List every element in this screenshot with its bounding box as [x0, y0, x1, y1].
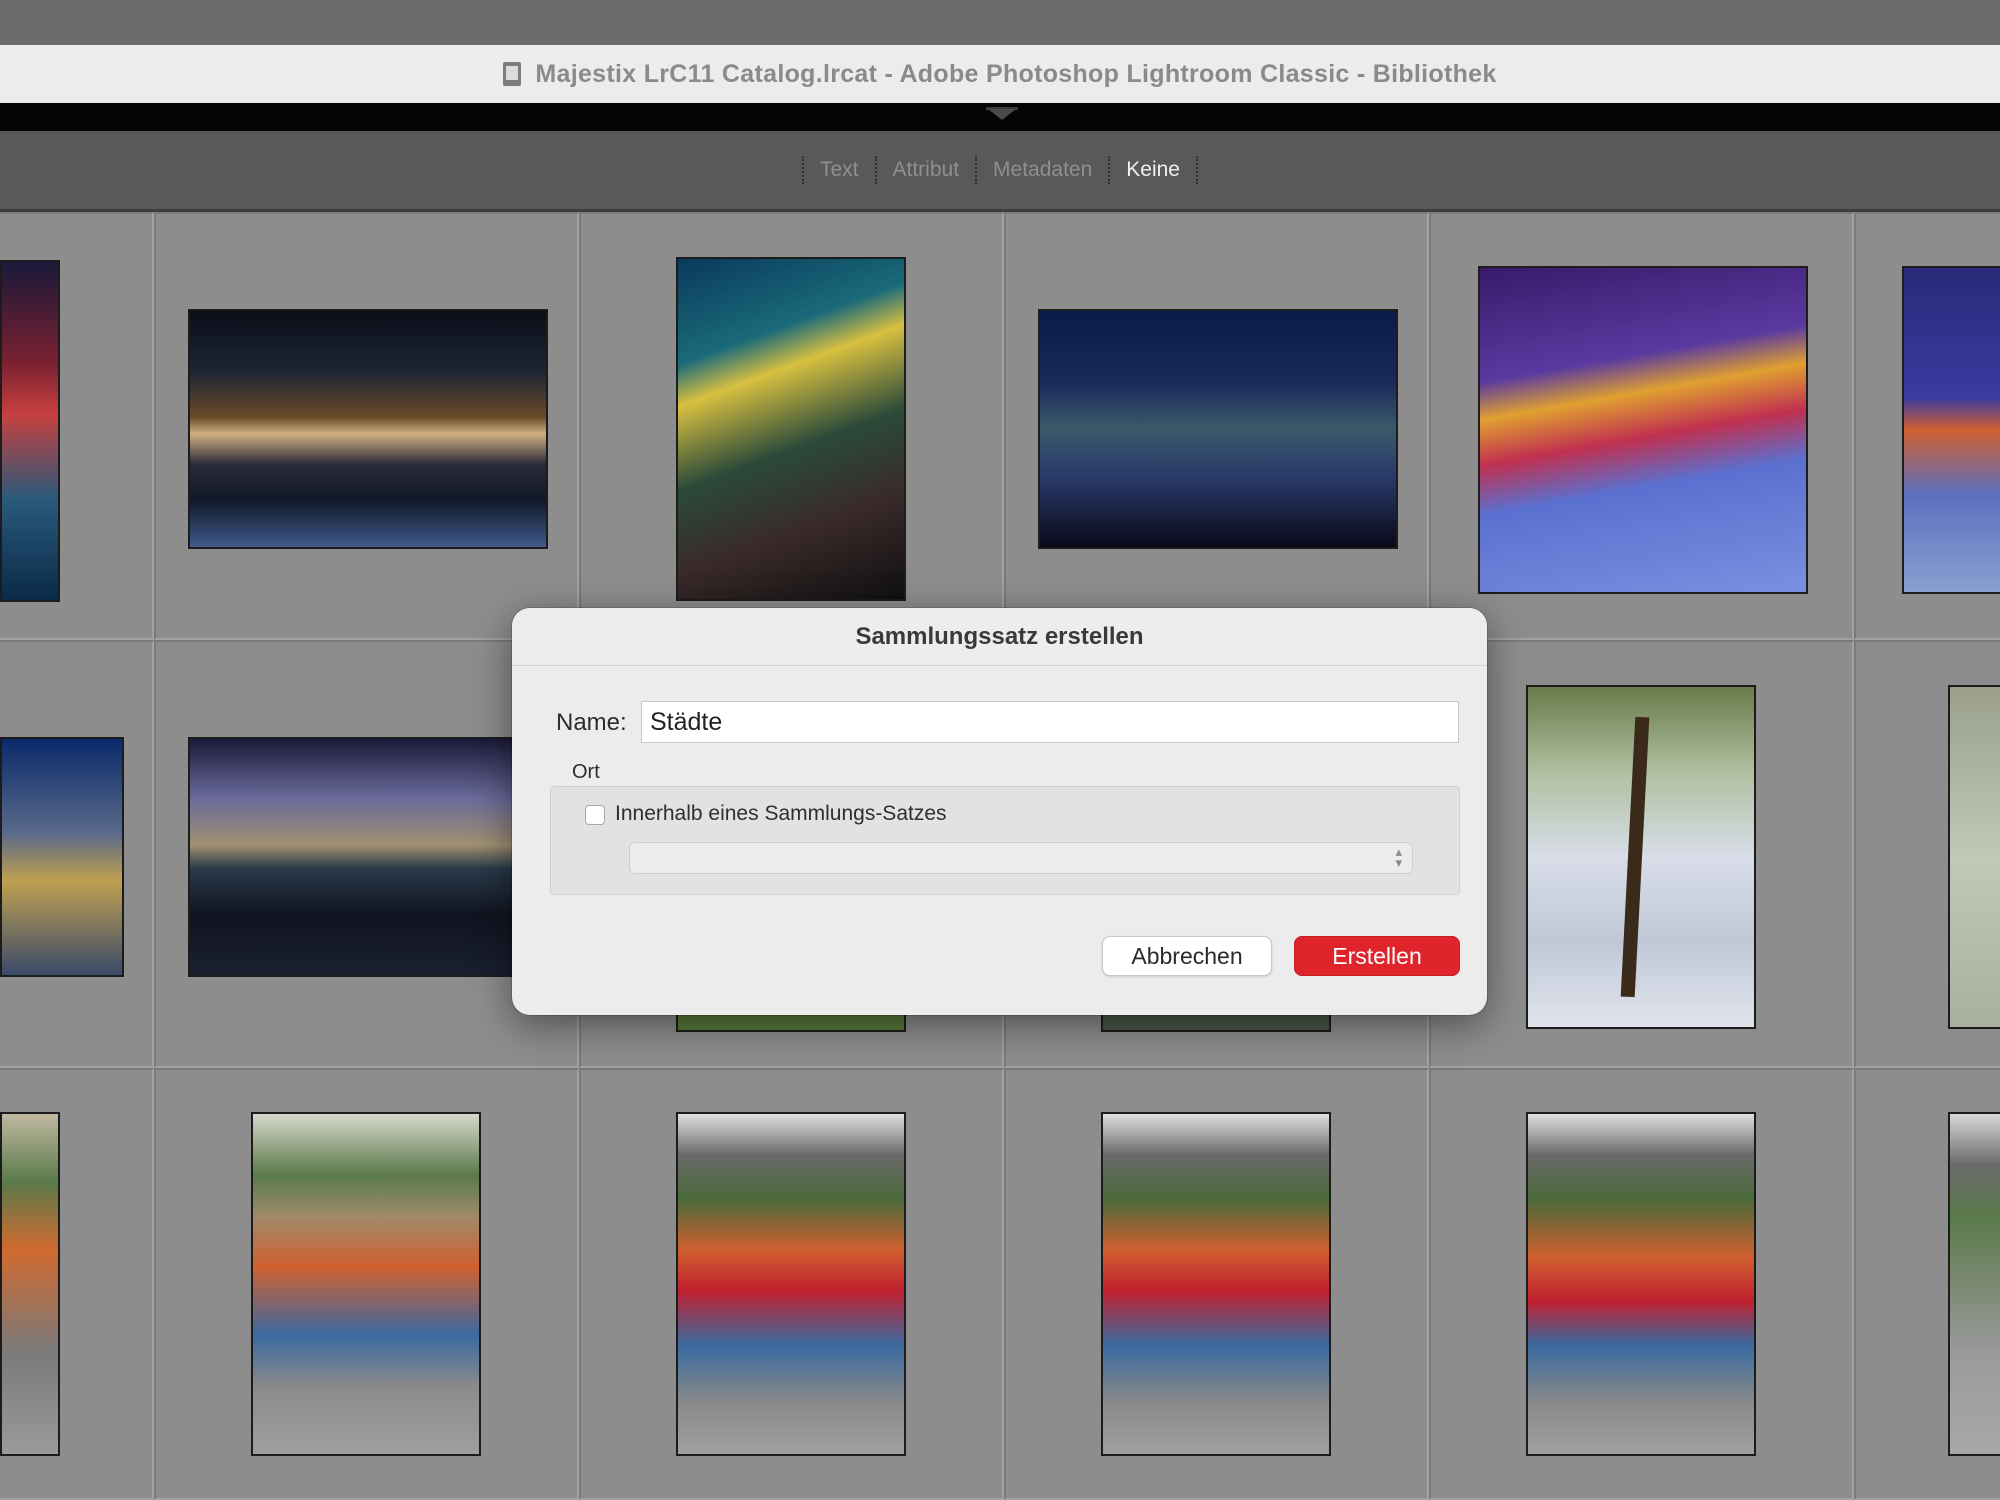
filter-tab-keine[interactable]: Keine [1126, 158, 1180, 182]
chevron-updown-icon: ▴ ▾ [1395, 844, 1402, 870]
grid-cell[interactable] [154, 212, 579, 640]
dialog-title: Sammlungssatz erstellen [512, 608, 1487, 666]
filter-tab-text[interactable]: Text [820, 158, 859, 182]
top-band [0, 0, 2000, 45]
grid-cell[interactable] [1429, 1068, 1854, 1500]
grid-cell[interactable] [0, 1068, 154, 1500]
photo-thumbnail[interactable] [1526, 1112, 1756, 1456]
inside-collection-set-checkbox[interactable] [585, 805, 605, 825]
filter-tab-attribut[interactable]: Attribut [893, 158, 960, 182]
photo-thumbnail[interactable] [1948, 685, 2000, 1029]
grid-cell[interactable] [1854, 640, 2000, 1068]
grid-cell[interactable] [1004, 212, 1429, 640]
window-title: Majestix LrC11 Catalog.lrcat - Adobe Pho… [535, 59, 1497, 88]
panel-toggle-strip [0, 103, 2000, 131]
grid-cell[interactable] [154, 1068, 579, 1500]
photo-thumbnail[interactable] [0, 260, 60, 602]
photo-thumbnail[interactable] [0, 737, 124, 977]
photo-thumbnail[interactable] [1478, 266, 1808, 594]
photo-thumbnail[interactable] [1902, 266, 2000, 594]
photo-thumbnail[interactable] [251, 1112, 481, 1456]
photo-thumbnail[interactable] [188, 737, 548, 977]
cancel-button[interactable]: Abbrechen [1102, 936, 1272, 976]
location-group: Innerhalb eines Sammlungs-Satzes ▴ ▾ [550, 786, 1460, 895]
location-label: Ort [572, 761, 600, 783]
filter-tab-metadaten[interactable]: Metadaten [993, 158, 1092, 182]
name-input[interactable] [641, 701, 1459, 743]
grid-cell[interactable] [1854, 1068, 2000, 1500]
filter-separator [1196, 156, 1198, 184]
lrcat-file-icon [503, 62, 522, 86]
grid-cell[interactable] [1429, 212, 1854, 640]
photo-thumbnail[interactable] [1526, 685, 1756, 1029]
photo-thumbnail[interactable] [676, 1112, 906, 1456]
grid-cell[interactable] [0, 640, 154, 1068]
filter-separator [874, 156, 877, 184]
triangle-down-icon[interactable] [988, 109, 1016, 120]
create-collection-set-dialog: Sammlungssatz erstellen Name: Ort Innerh… [512, 608, 1487, 1015]
grid-cell[interactable] [1429, 640, 1854, 1068]
photo-thumbnail[interactable] [188, 309, 548, 549]
library-filter-bar: Text Attribut Metadaten Keine [0, 131, 2000, 212]
window-title-bar: Majestix LrC11 Catalog.lrcat - Adobe Pho… [0, 45, 2000, 104]
filter-separator [975, 156, 978, 184]
create-button[interactable]: Erstellen [1294, 936, 1460, 976]
photo-thumbnail[interactable] [0, 1112, 60, 1456]
photo-thumbnail[interactable] [1101, 1112, 1331, 1456]
filter-separator [801, 156, 804, 184]
branch-shape [1620, 716, 1650, 998]
grid-cell[interactable] [1854, 212, 2000, 640]
inside-collection-set-label[interactable]: Innerhalb eines Sammlungs-Satzes [615, 802, 947, 826]
collection-set-select[interactable]: ▴ ▾ [629, 842, 1413, 874]
photo-thumbnail[interactable] [1038, 309, 1398, 549]
grid-cell[interactable] [1004, 1068, 1429, 1500]
grid-cell[interactable] [0, 212, 154, 640]
grid-cell[interactable] [579, 1068, 1004, 1500]
name-label: Name: [556, 709, 627, 736]
photo-thumbnail[interactable] [1948, 1112, 2000, 1456]
photo-thumbnail[interactable] [676, 257, 906, 601]
grid-cell[interactable] [579, 212, 1004, 640]
filter-separator [1108, 156, 1111, 184]
